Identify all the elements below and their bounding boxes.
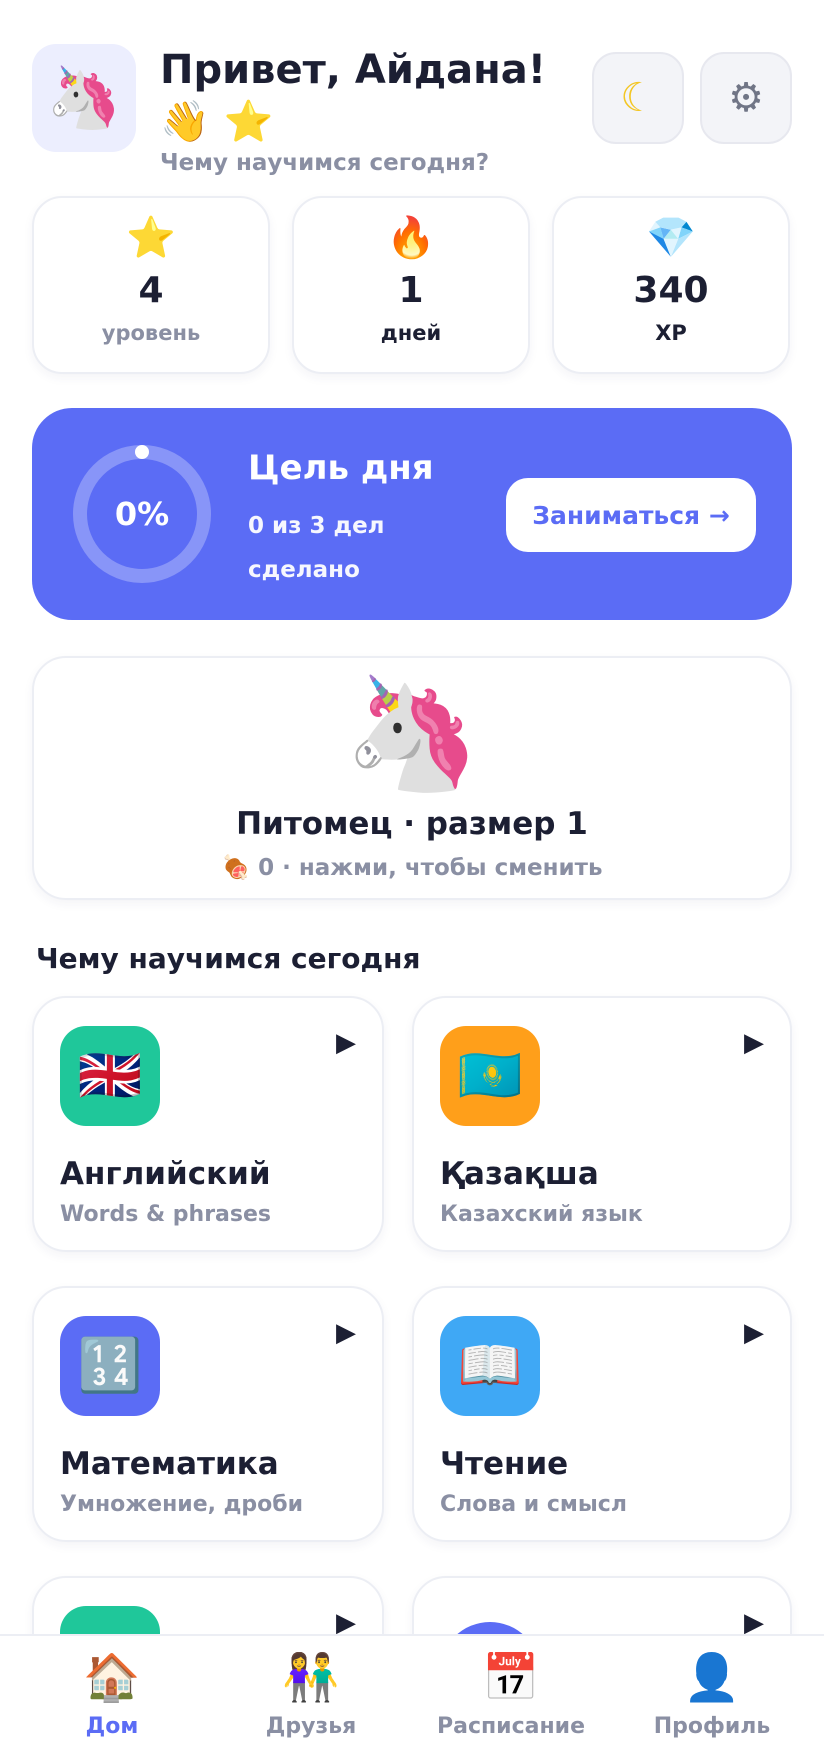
- house-icon: 🏠: [83, 1650, 141, 1704]
- goal-title: Цель дня: [248, 448, 434, 488]
- avatar[interactable]: 🦄: [32, 44, 136, 152]
- play-icon[interactable]: ▶: [336, 1028, 356, 1058]
- nav-profile[interactable]: 👤 Профиль: [622, 1654, 802, 1739]
- gem-icon: 💎: [646, 215, 696, 261]
- start-practice-button[interactable]: Заниматься →: [506, 478, 756, 552]
- subject-subtitle: Слова и смысл: [440, 1492, 627, 1517]
- greeting-title: Привет, Айдана! 👋 ⭐: [160, 47, 547, 145]
- play-icon[interactable]: ▶: [744, 1028, 764, 1058]
- book-icon: 📖: [440, 1316, 540, 1416]
- goal-description: 0 из 3 дел сделано: [248, 513, 385, 583]
- nav-schedule[interactable]: 📅 Расписание: [421, 1654, 601, 1739]
- pet-subtitle: 🍖 0 · нажми, чтобы сменить: [221, 855, 603, 881]
- nav-label: Расписание: [436, 1714, 586, 1739]
- profile-icon: 👤: [683, 1650, 741, 1704]
- fire-icon: 🔥: [386, 215, 436, 261]
- subject-card-kazakh[interactable]: 🇰🇿 ▶ Қазақша Казахский язык: [412, 996, 792, 1252]
- stat-value: 340: [633, 270, 709, 311]
- star-icon: ⭐: [126, 215, 176, 261]
- nav-label: Профиль: [653, 1714, 771, 1739]
- nav-home[interactable]: 🏠 Дом: [22, 1654, 202, 1739]
- subject-subtitle: Умножение, дроби: [60, 1492, 304, 1517]
- daily-goal-card: 0% Цель дня 0 из 3 дел сделано Заниматьс…: [32, 408, 792, 620]
- uk-flag-icon: 🇬🇧: [60, 1026, 160, 1126]
- subject-title: Чтение: [440, 1446, 569, 1482]
- stat-value: 4: [138, 270, 164, 311]
- subject-title: Английский: [60, 1156, 271, 1192]
- play-icon[interactable]: ▶: [336, 1318, 356, 1348]
- theme-toggle-button[interactable]: ☾: [592, 52, 684, 144]
- stat-label: уровень: [101, 321, 201, 345]
- greeting-block: Привет, Айдана! 👋 ⭐ Чему научимся сегодн…: [160, 44, 600, 176]
- nav-label: Друзья: [265, 1714, 357, 1739]
- nav-friends[interactable]: 👫 Друзья: [221, 1654, 401, 1739]
- moon-icon: ☾: [620, 75, 656, 121]
- progress-percent: 0%: [114, 495, 170, 533]
- bottom-nav: 🏠 Дом 👫 Друзья 📅 Расписание 👤 Профиль: [0, 1634, 824, 1760]
- subject-title: Қазақша: [440, 1156, 599, 1192]
- unicorn-icon: 🦄: [343, 669, 481, 797]
- subject-card-reading[interactable]: 📖 ▶ Чтение Слова и смысл: [412, 1286, 792, 1542]
- stat-level[interactable]: ⭐ 4 уровень: [32, 196, 270, 374]
- settings-button[interactable]: ⚙: [700, 52, 792, 144]
- stat-label: дней: [380, 321, 442, 345]
- greeting-subtitle: Чему научимся сегодня?: [160, 150, 490, 176]
- nav-label: Дом: [85, 1714, 139, 1739]
- friends-icon: 👫: [282, 1650, 340, 1704]
- subject-subtitle: Words & phrases: [60, 1202, 272, 1227]
- subject-card-english[interactable]: 🇬🇧 ▶ Английский Words & phrases: [32, 996, 384, 1252]
- gear-icon: ⚙: [728, 75, 764, 121]
- stat-streak[interactable]: 🔥 1 дней: [292, 196, 530, 374]
- pet-card[interactable]: 🦄 Питомец · размер 1 🍖 0 · нажми, чтобы …: [32, 656, 792, 900]
- kz-flag-icon: 🇰🇿: [440, 1026, 540, 1126]
- header: 🦄 Привет, Айдана! 👋 ⭐ Чему научимся сего…: [32, 44, 792, 176]
- calendar-icon: 📅: [482, 1650, 540, 1704]
- subject-title: Математика: [60, 1446, 279, 1482]
- numbers-icon: 🔢: [60, 1316, 160, 1416]
- section-title: Чему научимся сегодня: [36, 942, 421, 975]
- stat-label: XP: [655, 321, 687, 345]
- pet-title: Питомец · размер 1: [236, 806, 588, 842]
- subject-card-math[interactable]: 🔢 ▶ Математика Умножение, дроби: [32, 1286, 384, 1542]
- play-icon[interactable]: ▶: [744, 1318, 764, 1348]
- subject-subtitle: Казахский язык: [440, 1202, 643, 1227]
- stat-xp[interactable]: 💎 340 XP: [552, 196, 790, 374]
- stat-value: 1: [398, 270, 424, 311]
